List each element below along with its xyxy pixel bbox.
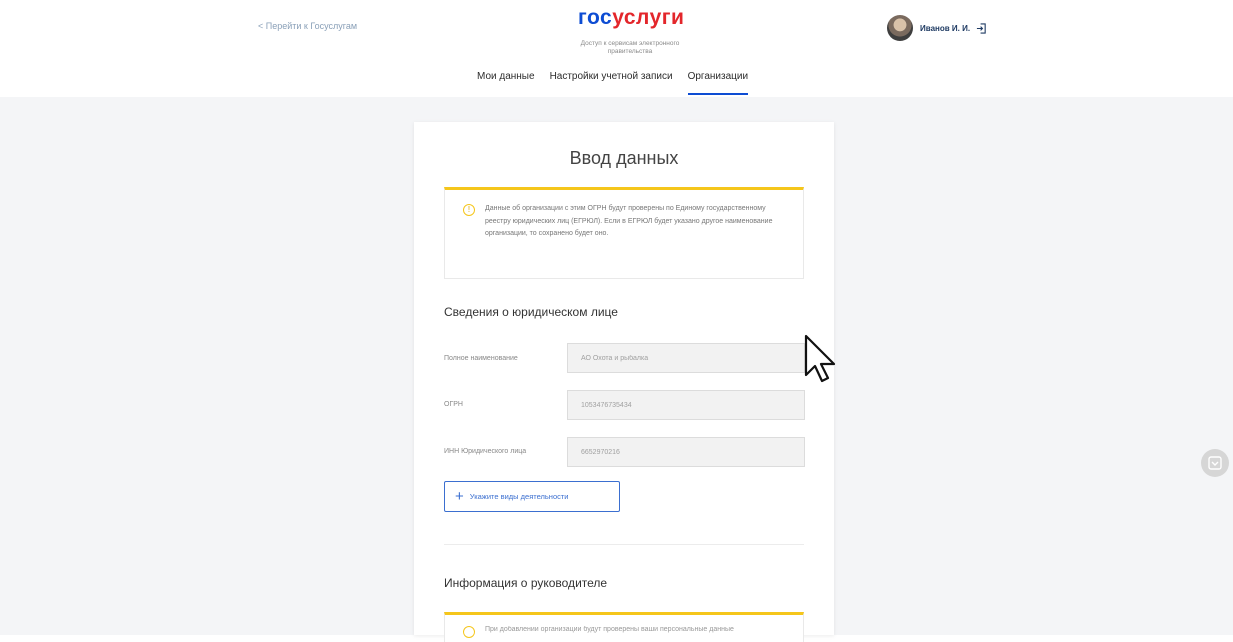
- legal-entity-section-title: Сведения о юридическом лице: [444, 305, 618, 319]
- logout-icon[interactable]: [976, 22, 987, 34]
- header: < Перейти к Госуслугам госуслуги Доступ …: [0, 0, 1233, 97]
- manager-notice: При добавлении организации будут провере…: [444, 612, 804, 642]
- tab-organizations[interactable]: Организации: [687, 71, 749, 95]
- ogrn-input[interactable]: [567, 390, 805, 420]
- profile-tabs: Мои данные Настройки учетной записи Орга…: [477, 71, 763, 97]
- inn-input[interactable]: [567, 437, 805, 467]
- logo-tagline: Доступ к сервисам электронного правитель…: [580, 40, 680, 55]
- page-title: Ввод данных: [569, 148, 679, 168]
- user-name[interactable]: Иванов И. И.: [920, 24, 970, 33]
- tab-my-data[interactable]: Мои данные: [477, 71, 535, 93]
- full-name-label: Полное наименование: [444, 355, 518, 362]
- notice-text: Данные об организации с этим ОГРН будут …: [485, 205, 773, 237]
- chat-icon: [1208, 456, 1222, 470]
- egrul-notice: ! Данные об организации с этим ОГРН буду…: [444, 187, 804, 279]
- inn-label: ИНН Юридического лица: [444, 448, 527, 455]
- logo-part-uslugi: услуги: [612, 6, 685, 29]
- manager-section-title: Информация о руководителе: [444, 576, 608, 590]
- avatar[interactable]: [887, 15, 913, 41]
- info-icon: !: [463, 204, 475, 216]
- tab-account-settings[interactable]: Настройки учетной записи: [550, 71, 673, 93]
- back-to-gosuslugi-link[interactable]: < Перейти к Госуслугам: [258, 21, 357, 31]
- data-entry-card: Ввод данных ! Данные об организации с эт…: [414, 122, 834, 642]
- add-activity-types-label: Укажите виды деятельности: [469, 492, 569, 501]
- section-divider: [444, 544, 804, 545]
- full-name-input[interactable]: [567, 343, 805, 373]
- chat-widget-button[interactable]: [1201, 449, 1229, 477]
- add-activity-types-button[interactable]: + Укажите виды деятельности: [444, 481, 620, 512]
- logo-part-gos: гос: [578, 6, 613, 29]
- manager-notice-text: При добавлении организации будут провере…: [485, 626, 734, 633]
- info-icon: [463, 626, 475, 638]
- ogrn-label: ОГРН: [444, 401, 463, 408]
- user-menu[interactable]: Иванов И. И.: [887, 15, 987, 41]
- plus-icon: +: [455, 487, 464, 505]
- mouse-cursor-icon: [804, 334, 836, 383]
- gosuslugi-logo[interactable]: госуслуги: [578, 6, 684, 30]
